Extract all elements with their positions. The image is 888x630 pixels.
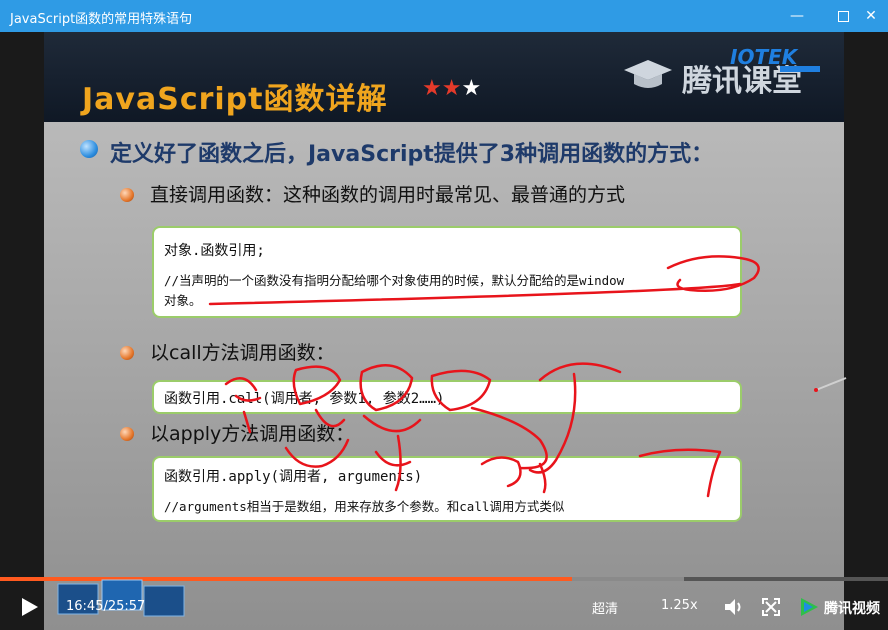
code-line: 函数引用.call(调用者, 参数1, 参数2……) bbox=[164, 391, 445, 407]
lecture-slide: JavaScript函数详解 ★★★ 腾讯课堂 IOTEK 定义好了函数之后，J… bbox=[44, 32, 844, 630]
time-display: 16:45/25:57 bbox=[66, 599, 145, 614]
video-area[interactable]: JavaScript函数详解 ★★★ 腾讯课堂 IOTEK 定义好了函数之后，J… bbox=[0, 32, 888, 630]
bullet-icon bbox=[120, 427, 134, 441]
bullet-icon bbox=[120, 188, 134, 202]
maximize-button[interactable] bbox=[832, 6, 854, 26]
star-filled-icon: ★ bbox=[422, 76, 442, 101]
quality-button[interactable]: 超清 bbox=[592, 598, 618, 617]
close-icon: ✕ bbox=[865, 8, 877, 24]
method-2-label: 以call方法调用函数： bbox=[150, 342, 335, 364]
code-comment: //arguments相当于是数组，用来存放多个参数。和call调用方式类似 bbox=[164, 499, 565, 514]
close-button[interactable]: ✕ bbox=[860, 6, 882, 26]
bullet-icon bbox=[80, 140, 98, 158]
minimize-button[interactable]: — bbox=[786, 6, 808, 26]
star-empty-icon: ★ bbox=[461, 76, 482, 101]
fullscreen-icon[interactable] bbox=[760, 596, 782, 618]
minimize-icon: — bbox=[790, 8, 804, 24]
window-titlebar: JavaScript函数的常用特殊语句 — ✕ bbox=[0, 0, 888, 32]
time-current: 16:45 bbox=[66, 599, 104, 614]
speed-button[interactable]: 1.25x bbox=[661, 598, 698, 613]
method-1-label: 直接调用函数：这种函数的调用时最常见、最普通的方式 bbox=[150, 184, 626, 206]
play-icon[interactable] bbox=[18, 596, 40, 618]
svg-text:IOTEK: IOTEK bbox=[730, 45, 799, 69]
slide-title: JavaScript函数详解 bbox=[82, 82, 388, 117]
bullet-icon bbox=[120, 346, 134, 360]
method-3-label: 以apply方法调用函数： bbox=[150, 423, 355, 445]
tencent-video-icon bbox=[801, 598, 818, 616]
maximize-icon bbox=[837, 10, 849, 22]
method-3-codebox: 函数引用.apply(调用者, arguments) //arguments相当… bbox=[152, 456, 742, 522]
code-comment: 对象。 bbox=[164, 293, 202, 308]
time-total: 25:57 bbox=[107, 599, 146, 614]
brand-label: 腾讯视频 bbox=[824, 601, 880, 617]
graduation-cap-icon bbox=[624, 60, 672, 88]
method-1-codebox: 对象.函数引用; //当声明的一个函数没有指明分配给哪个对象使用的时候，默认分配… bbox=[152, 226, 742, 318]
code-line: 函数引用.apply(调用者, arguments) bbox=[164, 469, 423, 485]
iotek-logo: IOTEK bbox=[730, 45, 820, 72]
method-2-codebox: 函数引用.call(调用者, 参数1, 参数2……) bbox=[152, 380, 742, 414]
window-title: JavaScript函数的常用特殊语句 bbox=[10, 12, 193, 27]
code-comment: //当声明的一个函数没有指明分配给哪个对象使用的时候，默认分配给的是window bbox=[164, 273, 625, 288]
main-point: 定义好了函数之后，JavaScript提供了3种调用函数的方式： bbox=[110, 142, 714, 167]
difficulty-stars: ★★★ bbox=[422, 76, 481, 101]
player-controls: 16:45/25:57 超清 1.25x 腾讯视频 bbox=[0, 586, 888, 630]
star-filled-icon: ★ bbox=[441, 76, 462, 101]
code-line: 对象.函数引用; bbox=[164, 243, 265, 259]
volume-icon[interactable] bbox=[722, 596, 744, 618]
